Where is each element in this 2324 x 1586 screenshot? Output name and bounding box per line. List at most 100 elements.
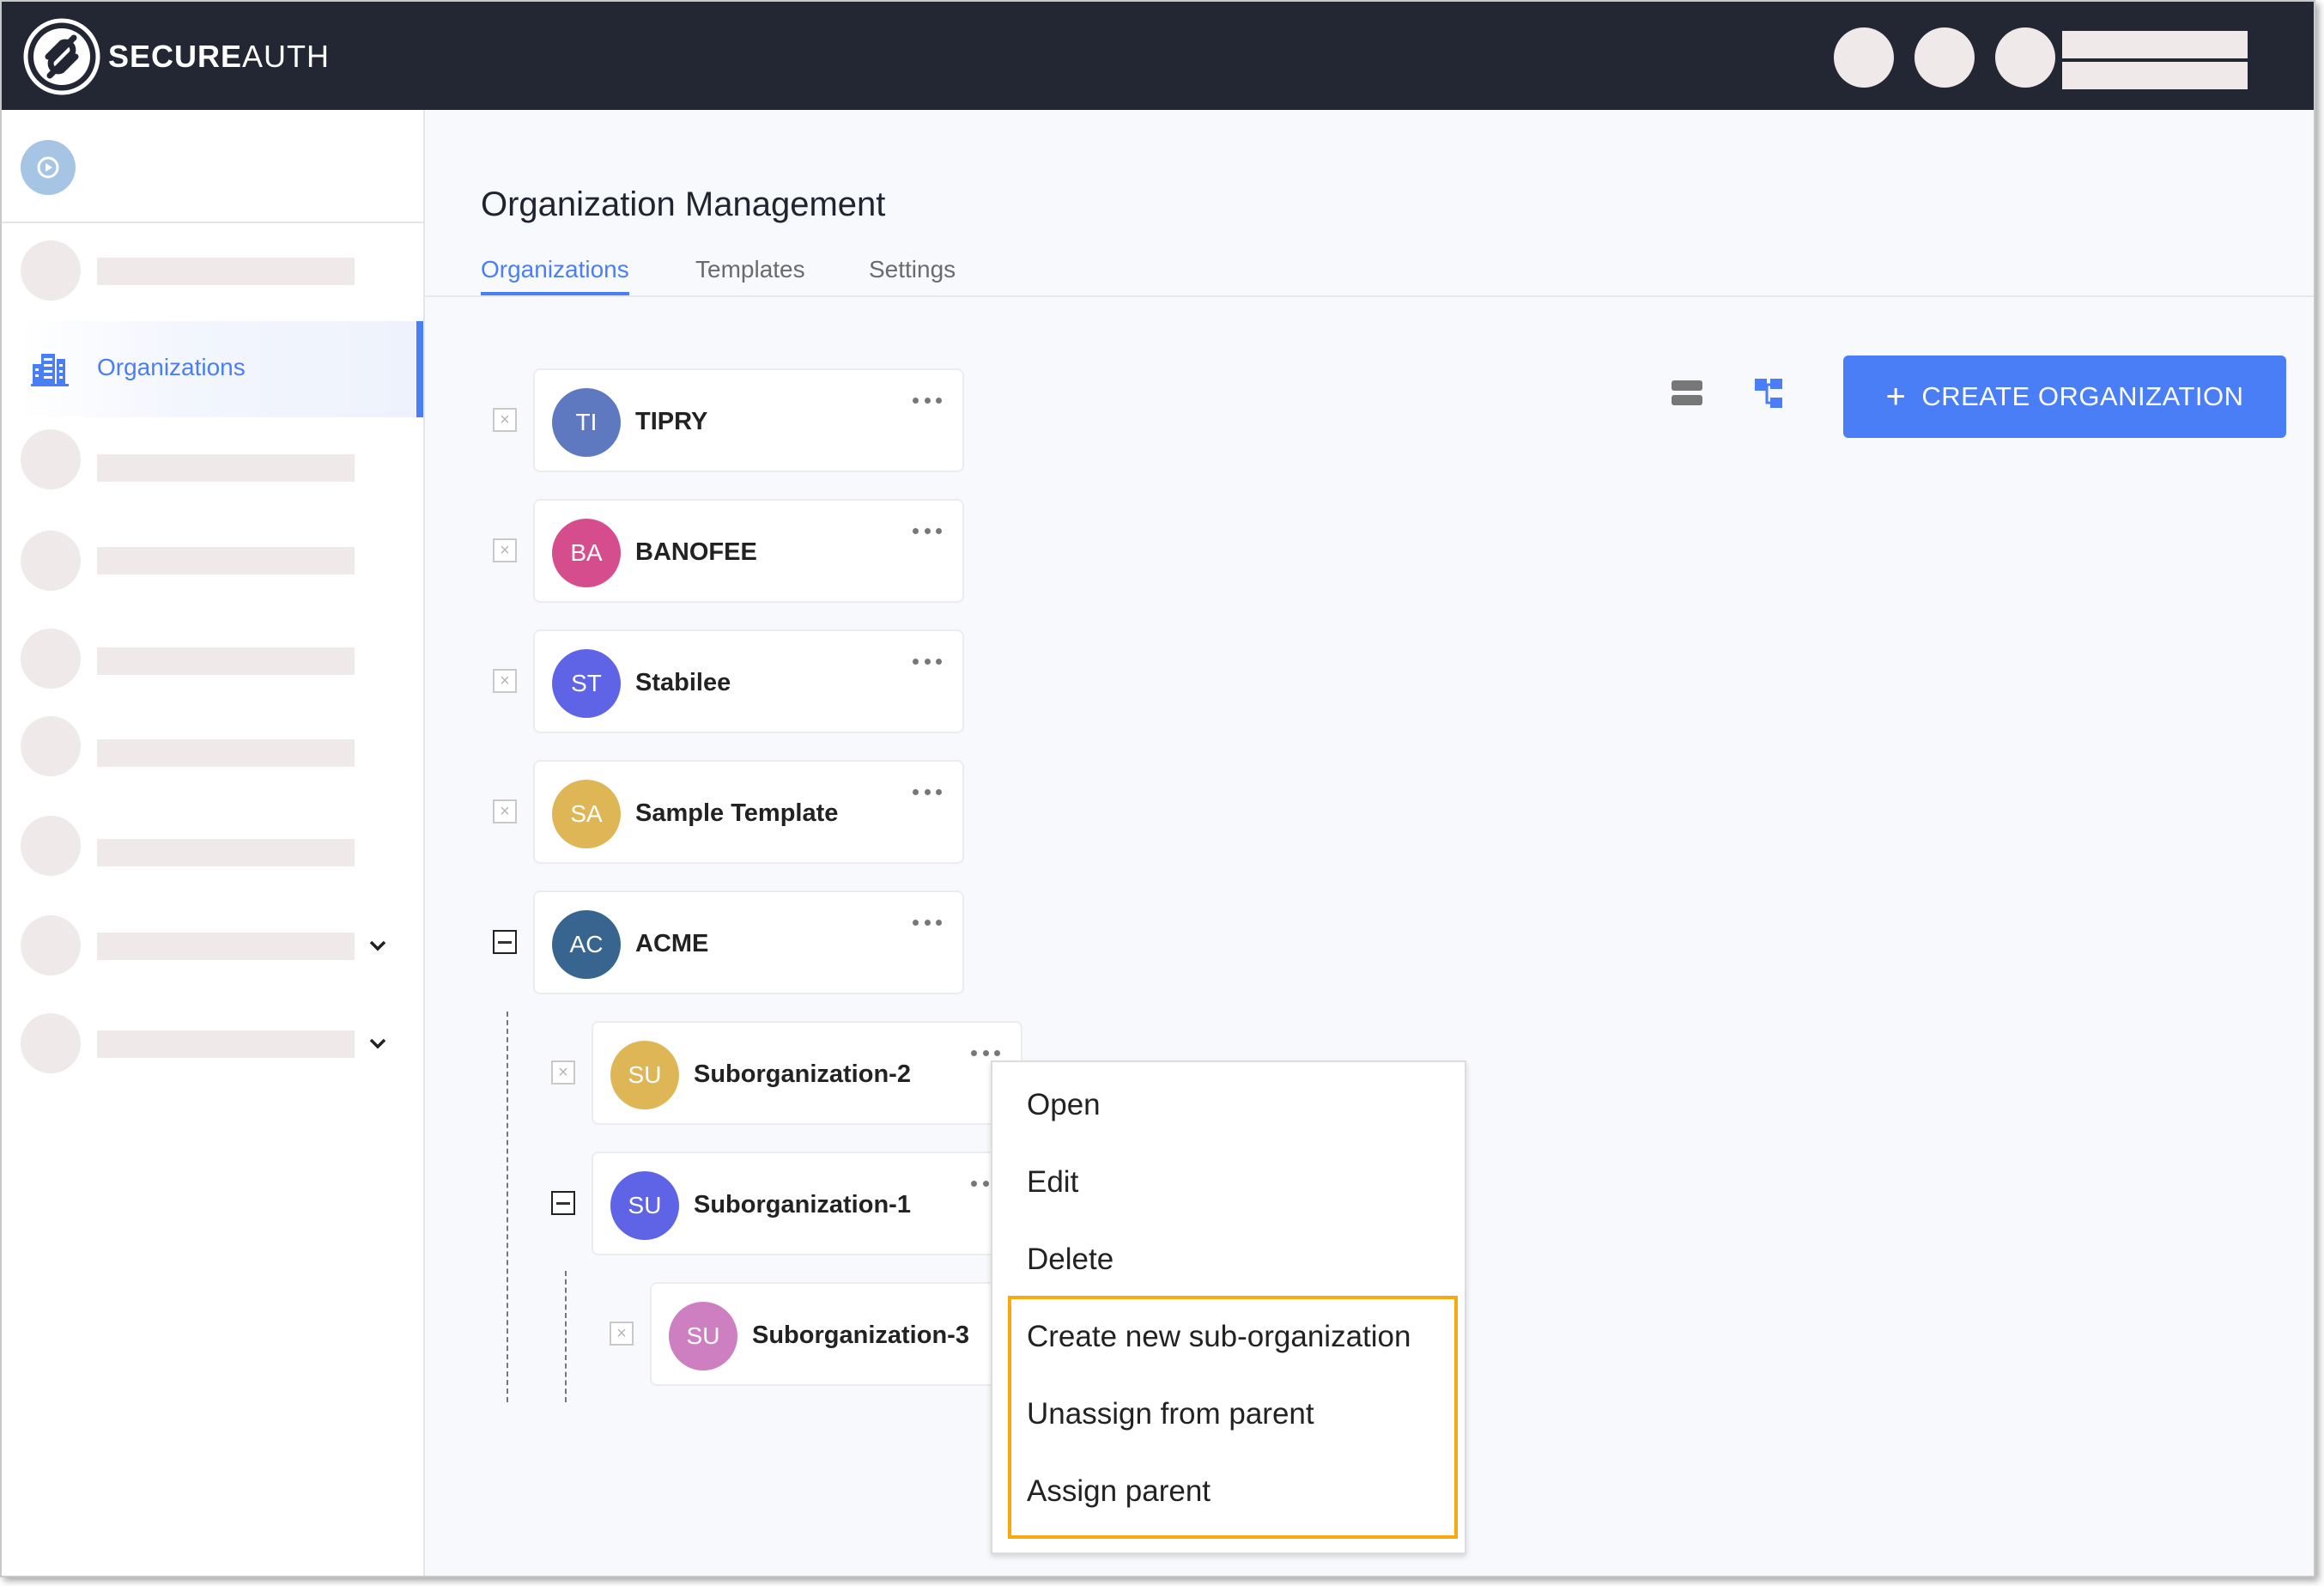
org-name: ACME: [635, 930, 709, 957]
chevron-down-icon[interactable]: [367, 1032, 389, 1054]
placeholder-label: [97, 547, 355, 574]
org-name: BANOFEE: [635, 538, 757, 566]
collapse-toggle[interactable]: [493, 930, 517, 954]
org-avatar: ST: [552, 649, 621, 718]
collapse-sidebar-button[interactable]: [21, 140, 76, 195]
sidebar-item-placeholder[interactable]: [2, 519, 423, 615]
placeholder-label: [97, 1030, 355, 1058]
more-options-icon[interactable]: [913, 655, 942, 667]
org-card[interactable]: BA BANOFEE: [533, 499, 964, 603]
sidebar-item-placeholder[interactable]: [2, 417, 423, 513]
create-organization-button[interactable]: + CREATE ORGANIZATION: [1843, 355, 2286, 438]
menu-item-unassign-from-parent[interactable]: Unassign from parent: [1027, 1397, 1314, 1431]
active-indicator: [416, 321, 423, 417]
header-icon-placeholder[interactable]: [1995, 27, 2055, 88]
sidebar-item-placeholder[interactable]: [2, 802, 423, 898]
placeholder-icon: [21, 915, 81, 975]
expand-toggle[interactable]: ×: [493, 408, 517, 432]
expand-toggle[interactable]: ×: [493, 669, 517, 693]
tab-organizations[interactable]: Organizations: [481, 256, 629, 295]
tree-connector-line: [507, 1012, 508, 1402]
context-menu: Open Edit Delete Create new sub-organiza…: [991, 1060, 1466, 1554]
org-avatar: BA: [552, 519, 621, 587]
sidebar-item-organizations[interactable]: Organizations: [19, 321, 423, 417]
more-options-icon[interactable]: [913, 916, 942, 928]
sidebar-item-placeholder[interactable]: [2, 706, 423, 802]
org-card[interactable]: ST Stabilee: [533, 629, 964, 733]
chevron-down-icon[interactable]: [367, 934, 389, 957]
app-window: SECUREAUTH Organizations Organization Ma…: [0, 0, 2315, 1577]
menu-item-delete[interactable]: Delete: [1027, 1243, 1113, 1277]
placeholder-label: [97, 739, 355, 767]
placeholder-icon: [21, 1013, 81, 1073]
org-card[interactable]: TI TIPRY: [533, 368, 964, 472]
tree-view-icon[interactable]: [1748, 372, 1791, 415]
org-card[interactable]: SU Suborganization-2: [592, 1021, 1022, 1125]
menu-item-create-sub-organization[interactable]: Create new sub-organization: [1027, 1320, 1411, 1354]
expand-toggle[interactable]: ×: [551, 1060, 575, 1085]
sidebar-item-placeholder[interactable]: [2, 617, 423, 713]
placeholder-label: [97, 933, 355, 960]
sidebar-item-label: Organizations: [97, 354, 246, 380]
placeholder-icon: [21, 629, 81, 689]
tab-settings[interactable]: Settings: [869, 256, 956, 295]
top-bar: SECUREAUTH: [2, 2, 2314, 110]
org-name: Suborganization-2: [694, 1060, 911, 1088]
more-options-icon[interactable]: [971, 1047, 1000, 1059]
sidebar-item-placeholder[interactable]: [2, 223, 423, 319]
placeholder-label: [97, 839, 355, 866]
org-avatar: AC: [552, 910, 621, 979]
brand-name: SECUREAUTH: [108, 39, 331, 74]
expand-toggle[interactable]: ×: [493, 799, 517, 823]
org-card[interactable]: SA Sample Template: [533, 760, 964, 864]
user-info-placeholder[interactable]: [2062, 62, 2248, 89]
tree-connector-line: [565, 1271, 567, 1402]
org-name: TIPRY: [635, 408, 708, 435]
sidebar-item-placeholder[interactable]: [2, 1000, 423, 1096]
placeholder-label: [97, 258, 355, 285]
sidebar: Organizations: [2, 110, 425, 1576]
more-options-icon[interactable]: [913, 394, 942, 406]
page-title: Organization Management: [481, 185, 886, 223]
collapse-toggle[interactable]: [551, 1191, 575, 1215]
org-avatar: TI: [552, 388, 621, 457]
org-avatar: SU: [610, 1041, 679, 1109]
play-circle-icon: [37, 156, 59, 179]
placeholder-icon: [21, 531, 81, 591]
placeholder-icon: [21, 816, 81, 876]
org-name: Sample Template: [635, 799, 839, 827]
brand-logo[interactable]: SECUREAUTH: [22, 17, 330, 96]
menu-item-assign-parent[interactable]: Assign parent: [1027, 1474, 1211, 1509]
menu-item-edit[interactable]: Edit: [1027, 1165, 1078, 1200]
building-icon: [31, 354, 69, 386]
more-options-icon[interactable]: [913, 786, 942, 798]
tab-templates[interactable]: Templates: [695, 256, 805, 295]
placeholder-icon: [21, 429, 81, 489]
placeholder-icon: [21, 240, 81, 301]
expand-toggle[interactable]: ×: [610, 1322, 634, 1346]
org-name: Suborganization-1: [694, 1191, 911, 1218]
main-content: Organization Management Organizations Te…: [425, 110, 2314, 1576]
expand-toggle[interactable]: ×: [493, 538, 517, 562]
tab-bar: Organizations Templates Settings: [425, 256, 2314, 297]
header-icon-placeholder[interactable]: [1834, 27, 1894, 88]
create-organization-label: CREATE ORGANIZATION: [1921, 381, 2244, 411]
placeholder-icon: [21, 716, 81, 776]
header-icon-placeholder[interactable]: [1914, 27, 1975, 88]
sidebar-header: [2, 110, 423, 223]
menu-item-open[interactable]: Open: [1027, 1088, 1101, 1122]
list-view-icon[interactable]: [1666, 372, 1708, 415]
placeholder-label: [97, 647, 355, 675]
org-name: Stabilee: [635, 669, 731, 696]
org-avatar: SA: [552, 780, 621, 848]
org-avatar: SU: [669, 1302, 737, 1370]
secureauth-logo-icon: [23, 18, 100, 95]
org-avatar: SU: [610, 1171, 679, 1240]
user-info-placeholder[interactable]: [2062, 31, 2248, 58]
sidebar-item-placeholder[interactable]: [2, 902, 423, 998]
org-card[interactable]: SU Suborganization-1: [592, 1152, 1022, 1255]
org-card[interactable]: AC ACME: [533, 890, 964, 994]
org-name: Suborganization-3: [752, 1322, 969, 1349]
more-options-icon[interactable]: [913, 525, 942, 537]
plus-icon: +: [1885, 377, 1907, 416]
